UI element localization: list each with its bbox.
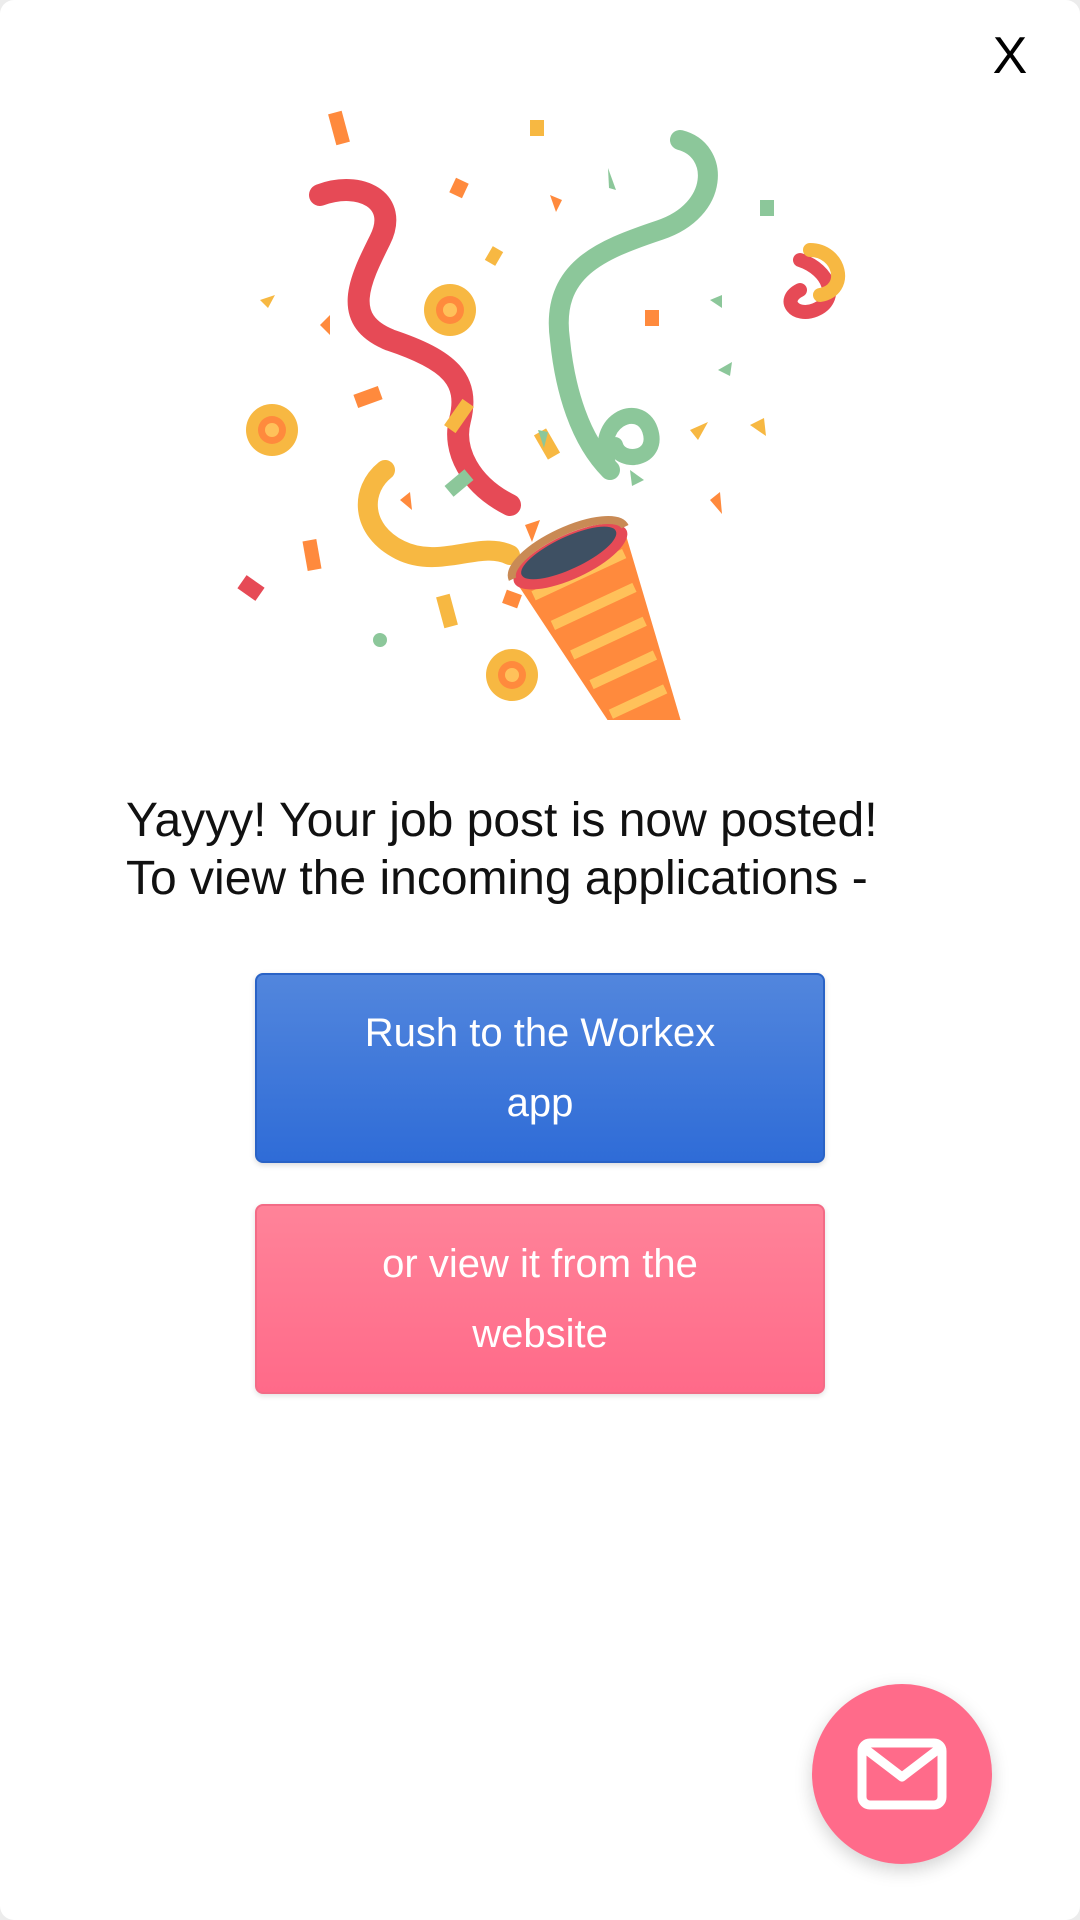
party-popper-icon — [237, 110, 845, 720]
mail-icon — [857, 1738, 947, 1810]
open-website-button-label: or view it from the website — [382, 1242, 698, 1356]
message-line-1: Yayyy! Your job post is now posted! — [126, 794, 878, 847]
message-line-2: To view the incoming applications - — [126, 852, 868, 905]
open-app-button-label: Rush to the Workex app — [364, 1011, 716, 1125]
success-message: Yayyy! Your job post is now posted! To v… — [126, 792, 986, 908]
close-button[interactable]: X — [980, 26, 1040, 86]
open-app-button[interactable]: Rush to the Workex app — [255, 973, 825, 1163]
open-website-button[interactable]: or view it from the website — [255, 1204, 825, 1394]
success-dialog: X Yayyy! Your job post is now posted! To… — [0, 0, 1080, 1920]
contact-fab-button[interactable] — [812, 1684, 992, 1864]
